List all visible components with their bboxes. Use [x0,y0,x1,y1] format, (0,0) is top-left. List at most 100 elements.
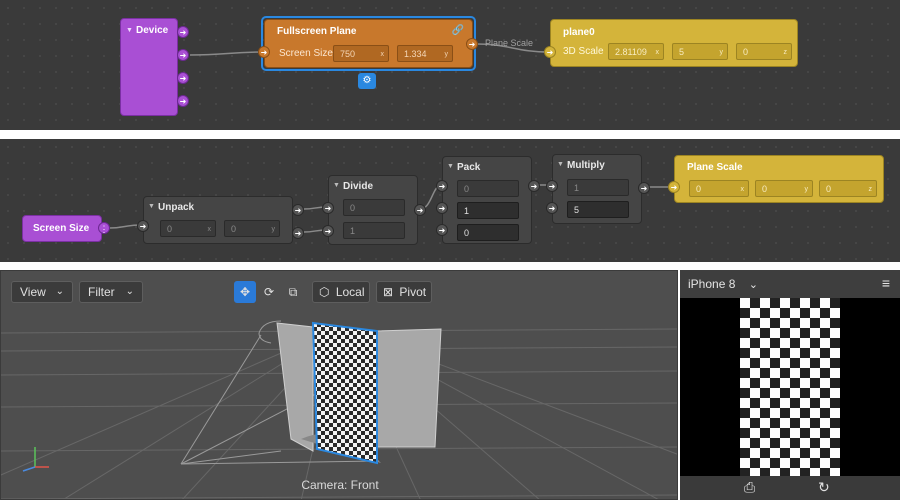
scale-x-value: 2.81109 [615,47,647,57]
multiply-b-value: 5 [574,205,580,215]
unpack-input-port[interactable]: ➜ [137,220,149,232]
screen-size-height-field[interactable]: 1.334 y [397,45,453,62]
pack-title: Pack [457,162,481,173]
local-toggle[interactable]: ⬡ Local [312,281,370,303]
multiply-a-field[interactable]: 1 [567,179,629,196]
view-dropdown[interactable]: View ⌄ [11,281,73,303]
plane-scale-y-field[interactable]: 0y [755,180,813,197]
simulator-footer: ⎙ ↻ [680,476,900,500]
pack-field-2[interactable]: 0 [457,224,519,241]
device-output-port-2[interactable]: ➜ [177,49,189,61]
move-icon: ✥ [239,285,251,299]
pack-output-port[interactable]: ➜ [528,180,540,192]
screenshot-icon[interactable]: ⎙ [744,479,755,496]
pivot-toggle[interactable]: ⊠ Pivot [376,281,432,303]
multiply-output-port[interactable]: ➜ [638,182,650,194]
device-output-port-3[interactable]: ➜ [177,72,189,84]
plane-scale-x-value: 0 [696,184,702,194]
unpack-output-port-x[interactable]: ➜ [292,204,304,216]
wire-label: Plane Scale [485,38,534,48]
divide-b-field[interactable]: 1 [343,222,405,239]
plane-scale-input-port[interactable]: ➜ [668,181,680,193]
multiply-b-field[interactable]: 5 [567,201,629,218]
divide-input-port-b[interactable]: ➜ [322,225,334,237]
pack-value-2: 0 [464,228,470,238]
pack-field-1[interactable]: 1 [457,202,519,219]
unpack-node[interactable]: ▼ Unpack 0x 0y [143,196,293,244]
screen-size-output-port[interactable]: ⋮ [98,222,110,234]
pivot-label: Pivot [399,285,427,299]
pack-value-1: 1 [464,206,470,216]
3d-scale-z-field[interactable]: 0z [736,43,792,60]
divide-input-port-a[interactable]: ➜ [322,202,334,214]
fullscreen-plane-output-port[interactable]: ➜ [466,38,478,50]
viewport-grid [1,320,677,499]
plane-scale-z-field[interactable]: 0z [819,180,877,197]
collapse-arrow-icon[interactable]: ▼ [557,161,564,168]
unpack-output-port-y[interactable]: ➜ [292,227,304,239]
rotate-tool-button[interactable]: ⟳ [258,281,280,303]
device-title: Device [136,25,169,36]
device-dropdown[interactable]: iPhone 8 ⌄ [688,277,758,291]
pack-value-0: 0 [464,184,470,194]
unpack-y-value: 0 [231,224,237,234]
multiply-node[interactable]: ▼ Multiply 1 5 [552,154,642,224]
unpack-y-field[interactable]: 0y [224,220,280,237]
plane0-title: plane0 [563,27,595,38]
view-label: View [20,285,46,299]
3d-scale-label: 3D Scale [563,46,604,57]
pack-input-port-1[interactable]: ➜ [436,202,448,214]
pack-input-port-2[interactable]: ➜ [436,224,448,236]
link-icon[interactable]: 🔗 [452,25,464,36]
multiply-title: Multiply [567,160,605,171]
device-output-port-4[interactable]: ➜ [177,95,189,107]
plane0-node[interactable]: plane0 3D Scale 2.81109 x 5y 0z [550,19,798,67]
divide-b-value: 1 [350,226,356,236]
screen-size-width-field[interactable]: 750 x [333,45,389,62]
patch-editor-bottom[interactable]: Screen Size ⋮ ▼ Unpack 0x 0y ➜ ➜ ➜ ▼ Div… [0,139,900,262]
scene-viewport[interactable]: View ⌄ Filter ⌄ ✥ ⟳ ⧉ ⬡ Local ⊠ Pivot Ca… [0,270,678,500]
3d-scale-x-field[interactable]: 2.81109 x [608,43,664,60]
plane-scale-node[interactable]: Plane Scale 0x 0y 0z [674,155,884,203]
plane0-input-port[interactable]: ➜ [544,46,556,58]
multiply-input-port-b[interactable]: ➜ [546,202,558,214]
chevron-down-icon: ⌄ [125,286,134,297]
divide-output-port[interactable]: ➜ [414,204,426,216]
screen-height-value: 1.334 [404,49,427,59]
pack-node[interactable]: ▼ Pack 0 1 0 [442,156,532,244]
collapse-arrow-icon[interactable]: ▼ [148,203,155,210]
unpack-x-value: 0 [167,224,173,234]
fullscreen-plane-input-port[interactable]: ➜ [258,46,270,58]
collapse-arrow-icon[interactable]: ▼ [447,163,454,170]
settings-gear-icon[interactable]: ⚙ [358,73,376,89]
chevron-down-icon: ⌄ [55,286,64,297]
device-node[interactable]: ▼ Device [120,18,178,116]
scale-y-value: 5 [679,47,685,57]
device-output-port-1[interactable]: ➜ [177,26,189,38]
filter-dropdown[interactable]: Filter ⌄ [79,281,143,303]
scale-tool-button[interactable]: ⧉ [282,281,304,303]
collapse-arrow-icon[interactable]: ▼ [126,27,133,34]
plane-scale-x-field[interactable]: 0x [689,180,749,197]
filter-label: Filter [88,285,115,299]
patch-editor-top[interactable]: ▼ Device ➜ ➜ ➜ ➜ Fullscreen Plane 🔗 Scre… [0,0,900,130]
multiply-input-port-a[interactable]: ➜ [546,180,558,192]
screen-size-node[interactable]: Screen Size [22,215,102,242]
divide-a-field[interactable]: 0 [343,199,405,216]
rotate-device-icon[interactable]: ↻ [818,479,830,496]
fullscreen-plane-node[interactable]: Fullscreen Plane 🔗 Screen Size 750 x 1.33… [264,19,473,68]
rotate-icon: ⟳ [263,285,275,299]
simulator-preview [740,298,840,476]
screen-width-value: 750 [340,49,356,59]
pack-field-0[interactable]: 0 [457,180,519,197]
scale-icon: ⧉ [288,285,298,299]
menu-icon[interactable]: ≡ [882,275,890,291]
move-tool-button[interactable]: ✥ [234,281,256,303]
device-simulator[interactable]: iPhone 8 ⌄ ≡ ⎙ ↻ [680,270,900,500]
3d-scale-y-field[interactable]: 5y [672,43,728,60]
device-label: iPhone 8 [688,277,736,291]
collapse-arrow-icon[interactable]: ▼ [333,182,340,189]
unpack-x-field[interactable]: 0x [160,220,216,237]
divide-node[interactable]: ▼ Divide 0 1 [328,175,418,245]
pack-input-port-0[interactable]: ➜ [436,180,448,192]
